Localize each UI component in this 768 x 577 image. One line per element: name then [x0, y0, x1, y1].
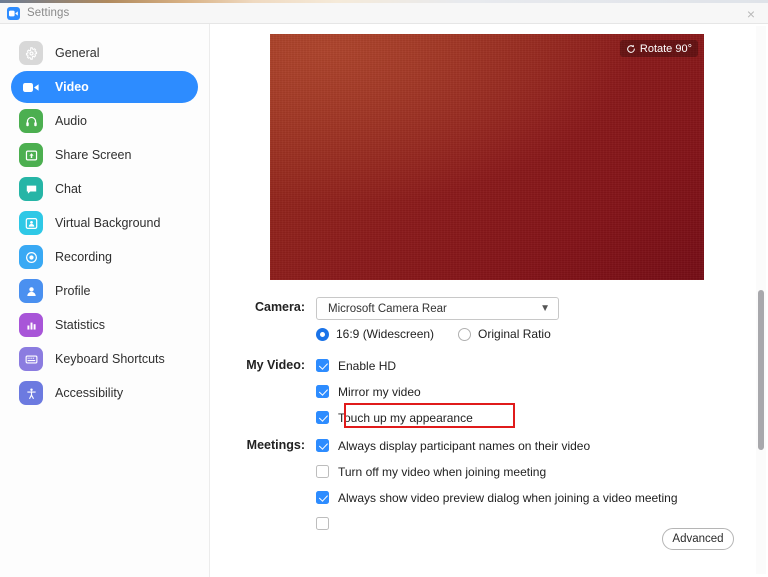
chevron-down-icon: ▼ [540, 303, 550, 314]
checkbox-turn-off-video-on-join-label: Turn off my video when joining meeting [338, 464, 547, 479]
sidebar-item-video[interactable]: Video [11, 71, 198, 103]
meetings-row: Meetings: Always display participant nam… [211, 435, 678, 534]
sidebar-item-chat[interactable]: Chat [11, 173, 198, 205]
sidebar-item-label: Virtual Background [55, 216, 161, 230]
radio-original-ratio-indicator [458, 327, 472, 341]
radio-original-ratio[interactable]: Original Ratio [458, 327, 551, 341]
preview-noise [270, 34, 704, 280]
checkbox-display-participant-names-label: Always display participant names on thei… [338, 438, 591, 453]
chat-bubble-icon [19, 177, 43, 201]
advanced-button-label: Advanced [672, 533, 724, 545]
sidebar-item-label: Video [55, 80, 89, 94]
sidebar-item-share-screen[interactable]: Share Screen [11, 139, 198, 171]
checkbox-enable-hd[interactable]: Enable HD [316, 355, 473, 376]
window-title: Settings [27, 7, 70, 19]
checkbox-mirror-my-video[interactable]: Mirror my video [316, 381, 473, 402]
video-settings-pane: Rotate 90° Camera: Microsoft Camera Rear… [211, 24, 768, 577]
settings-window: Settings × General Video Audio Share Screen… [0, 0, 768, 577]
content-scrollbar[interactable] [756, 26, 766, 574]
sidebar-item-label: Recording [55, 250, 112, 264]
rotate-icon [627, 44, 635, 53]
checkbox-touch-up-my-appearance-box [316, 411, 329, 424]
sidebar-item-label: Keyboard Shortcuts [55, 352, 165, 366]
sidebar-item-recording[interactable]: Recording [11, 241, 198, 273]
sidebar-item-profile[interactable]: Profile [11, 275, 198, 307]
camera-select[interactable]: Microsoft Camera Rear ▼ [316, 297, 559, 320]
title-bar: Settings × [0, 3, 768, 24]
checkbox-touch-up-my-appearance[interactable]: Touch up my appearance [316, 407, 473, 428]
radio-widescreen-label: 16:9 (Widescreen) [336, 327, 435, 341]
checkbox-clipped-row[interactable] [316, 513, 678, 534]
sidebar-item-accessibility[interactable]: Accessibility [11, 377, 198, 409]
sidebar-item-label: Chat [55, 182, 82, 196]
sidebar-item-label: Accessibility [55, 386, 124, 400]
checkbox-display-participant-names-box [316, 439, 329, 452]
sidebar-item-statistics[interactable]: Statistics [11, 309, 198, 341]
camera-preview: Rotate 90° [270, 34, 704, 280]
radio-original-ratio-label: Original Ratio [478, 327, 551, 341]
checkbox-mirror-my-video-box [316, 385, 329, 398]
share-screen-icon [19, 143, 43, 167]
camera-label: Camera: [254, 300, 305, 314]
advanced-button[interactable]: Advanced [662, 528, 734, 550]
close-icon[interactable]: × [743, 6, 759, 22]
checkbox-touch-up-my-appearance-label: Touch up my appearance [338, 410, 473, 425]
radio-widescreen-indicator [316, 327, 329, 341]
camera-select-value: Microsoft Camera Rear [328, 302, 447, 315]
aspect-ratio-row: 16:9 (Widescreen) Original Ratio [211, 327, 551, 341]
checkbox-turn-off-video-on-join-box [316, 465, 329, 478]
rotate-90-label: Rotate 90° [639, 42, 692, 55]
keyboard-icon [19, 347, 43, 371]
person-icon [19, 279, 43, 303]
meetings-options: Always display participant names on thei… [316, 435, 678, 534]
checkbox-clipped-row-box [316, 517, 329, 530]
sidebar-item-label: Profile [55, 284, 91, 298]
bar-chart-icon [19, 313, 43, 337]
my-video-options: Enable HD Mirror my video Touch up my ap… [316, 355, 473, 428]
headphones-icon [19, 109, 43, 133]
checkbox-show-video-preview-dialog-box [316, 491, 329, 504]
sidebar-item-label: Statistics [55, 318, 106, 332]
aspect-ratio-group: 16:9 (Widescreen) Original Ratio [316, 327, 551, 341]
scrollbar-thumb[interactable] [758, 290, 764, 450]
checkbox-enable-hd-box [316, 359, 329, 372]
zoom-video-icon [7, 6, 20, 20]
video-camera-icon [19, 75, 43, 99]
accessibility-icon [19, 381, 43, 405]
checkbox-mirror-my-video-label: Mirror my video [338, 384, 421, 399]
camera-row: Camera: Microsoft Camera Rear ▼ [211, 297, 559, 320]
sidebar-item-label: General [55, 46, 100, 60]
sidebar-item-virtual-background[interactable]: Virtual Background [11, 207, 198, 239]
checkbox-show-video-preview-dialog[interactable]: Always show video preview dialog when jo… [316, 487, 678, 508]
sidebar-item-label: Audio [55, 114, 87, 128]
sidebar-item-label: Share Screen [55, 148, 132, 162]
virtual-background-icon [19, 211, 43, 235]
record-circle-icon [19, 245, 43, 269]
settings-sidebar: General Video Audio Share Screen Chat Virtual… [0, 24, 210, 577]
rotate-90-button[interactable]: Rotate 90° [619, 40, 698, 57]
checkbox-show-video-preview-dialog-label: Always show video preview dialog when jo… [338, 490, 678, 505]
my-video-label: My Video: [246, 358, 305, 372]
sidebar-item-keyboard-shortcuts[interactable]: Keyboard Shortcuts [11, 343, 198, 375]
sidebar-item-audio[interactable]: Audio [11, 105, 198, 137]
radio-widescreen[interactable]: 16:9 (Widescreen) [316, 327, 434, 341]
checkbox-turn-off-video-on-join[interactable]: Turn off my video when joining meeting [316, 461, 678, 482]
checkbox-enable-hd-label: Enable HD [338, 358, 397, 373]
sidebar-item-general[interactable]: General [11, 37, 198, 69]
meetings-label: Meetings: [246, 438, 305, 452]
checkbox-display-participant-names[interactable]: Always display participant names on thei… [316, 435, 678, 456]
gear-icon [19, 41, 43, 65]
my-video-row: My Video: Enable HD Mirror my video Touc… [211, 355, 473, 428]
